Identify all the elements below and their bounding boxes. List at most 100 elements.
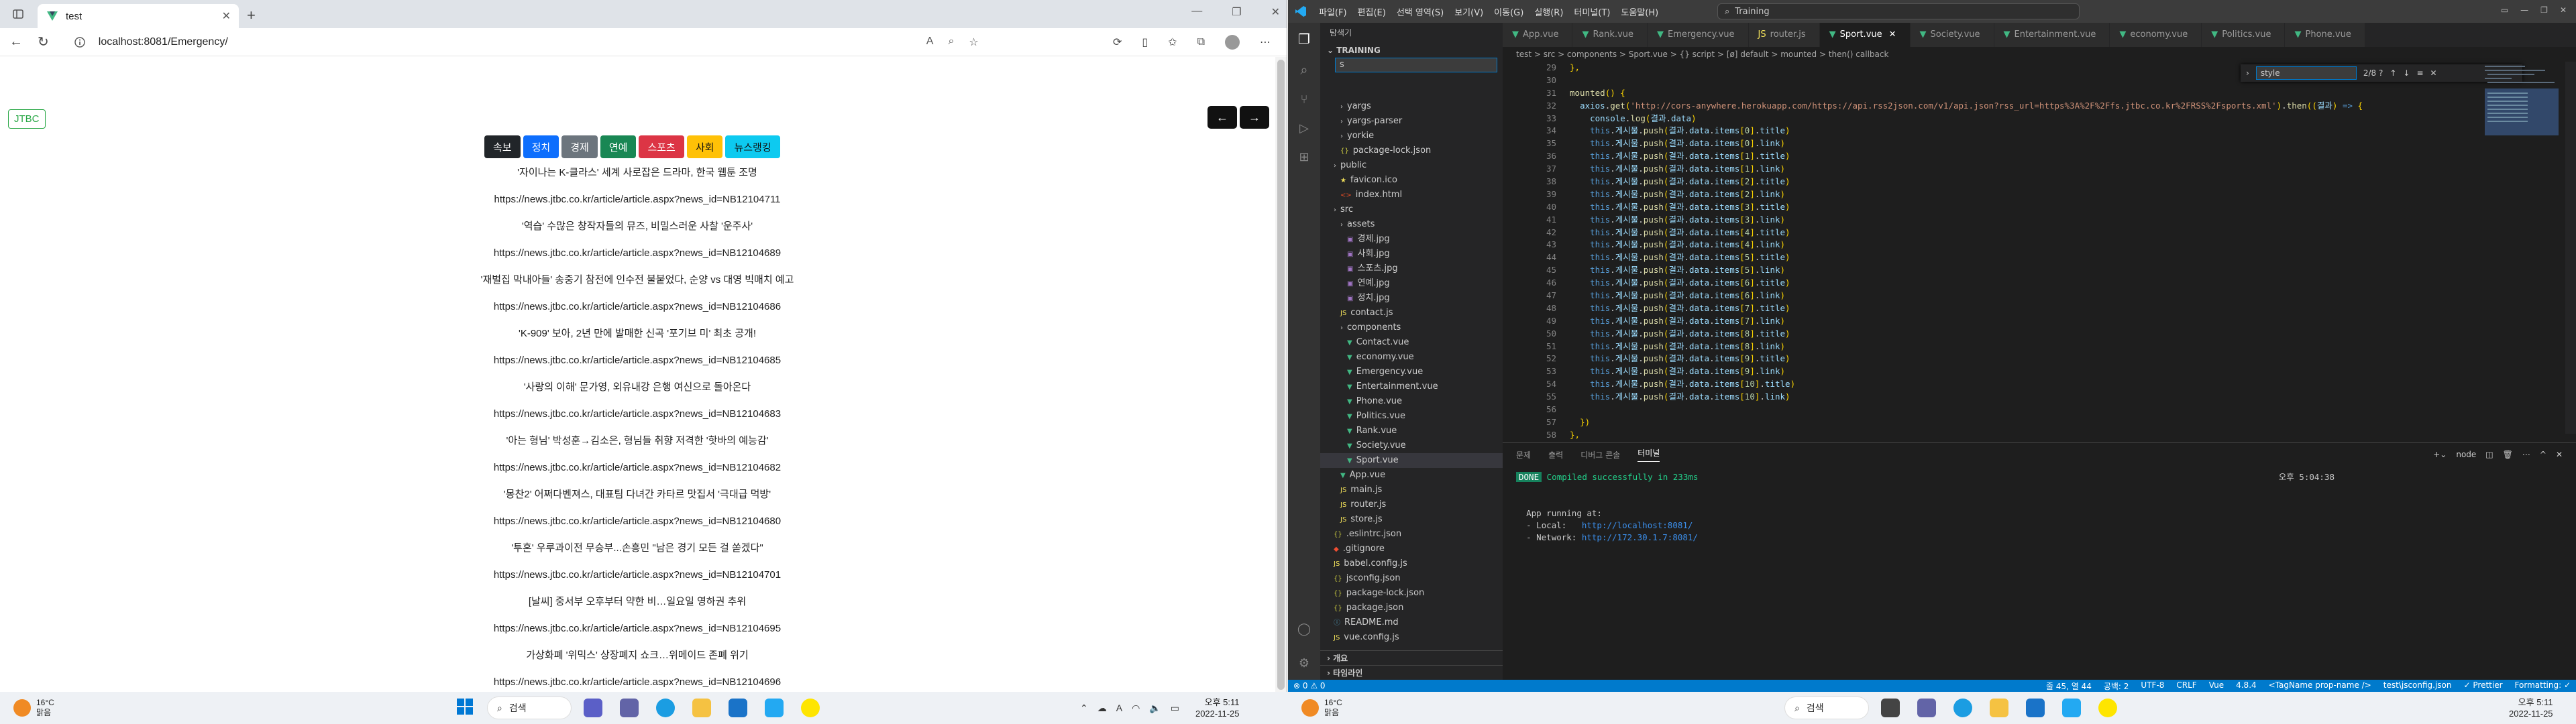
article-link[interactable]: https://news.jtbc.co.kr/article/article.…: [0, 186, 1275, 213]
breadcrumb[interactable]: test > src > components > Sport.vue > {}…: [1503, 47, 2576, 62]
split-terminal-icon[interactable]: ◫: [2485, 450, 2493, 459]
article-link[interactable]: https://news.jtbc.co.kr/article/article.…: [0, 347, 1275, 374]
code-line[interactable]: this.게시물.push(결과.data.items[10].link): [1570, 391, 2363, 404]
tree-file[interactable]: {} jsconfig.json: [1320, 571, 1503, 586]
browser-tab-active[interactable]: test ✕: [38, 4, 239, 28]
search-icon[interactable]: ⌕: [1300, 62, 1307, 78]
chat-icon[interactable]: [1917, 699, 1936, 717]
tree-file[interactable]: {} package.json: [1320, 601, 1503, 615]
code-line[interactable]: this.게시물.push(결과.data.items[7].link): [1570, 315, 2363, 328]
tree-file[interactable]: ◆ .gitignore: [1320, 542, 1503, 556]
reload-icon[interactable]: ↻: [38, 34, 49, 50]
code-line[interactable]: },: [1570, 429, 2363, 442]
code-line[interactable]: this.게시물.push(결과.data.items[0].title): [1570, 125, 2363, 137]
code-line[interactable]: this.게시물.push(결과.data.items[5].link): [1570, 264, 2363, 277]
close-tab-icon[interactable]: ✕: [1889, 29, 1896, 40]
edge-icon[interactable]: [1953, 699, 1972, 717]
status-item[interactable]: Formatting: ✓: [2515, 680, 2571, 692]
volume-icon[interactable]: 🔈: [1149, 703, 1161, 714]
tree-file[interactable]: ★ favicon.ico: [1320, 173, 1503, 188]
clock-left[interactable]: 오후 5:11 2022-11-25: [1195, 697, 1240, 719]
store-icon[interactable]: [729, 699, 747, 717]
article-link[interactable]: https://news.jtbc.co.kr/article/article.…: [0, 669, 1275, 692]
run-debug-icon[interactable]: ▷: [1299, 121, 1309, 135]
article-link[interactable]: https://news.jtbc.co.kr/article/article.…: [0, 508, 1275, 535]
command-center[interactable]: ⌕ Training: [1717, 3, 2080, 19]
favorites-icon[interactable]: ✩: [1168, 36, 1177, 49]
account-icon[interactable]: ◯: [1297, 622, 1311, 636]
read-aloud-icon[interactable]: A: [926, 36, 934, 49]
profile-avatar-icon[interactable]: [1225, 34, 1240, 50]
tree-folder[interactable]: › assets: [1320, 217, 1503, 232]
code-line[interactable]: console.log(결과.data): [1570, 113, 2363, 125]
menu-item[interactable]: 터미널(T): [1574, 5, 1610, 18]
code-line[interactable]: [1570, 404, 2363, 416]
minimap[interactable]: [2482, 62, 2563, 330]
tab-debug-console[interactable]: 디버그 콘솔: [1580, 449, 1620, 461]
code-line[interactable]: this.게시물.push(결과.data.items[3].link): [1570, 214, 2363, 227]
close-panel-icon[interactable]: ✕: [2556, 450, 2563, 459]
prev-button[interactable]: ←: [1208, 106, 1237, 129]
code-line[interactable]: this.게시물.push(결과.data.items[6].title): [1570, 277, 2363, 290]
favorite-star-icon[interactable]: ☆: [969, 36, 978, 49]
menu-item[interactable]: 파일(F): [1319, 5, 1347, 18]
status-item[interactable]: 4.8.4: [2236, 680, 2257, 692]
source-control-icon[interactable]: ⑂: [1301, 93, 1308, 107]
code-line[interactable]: this.게시물.push(결과.data.items[9].title): [1570, 353, 2363, 365]
status-item[interactable]: 줄 45, 열 44: [2046, 680, 2092, 692]
editor-tab[interactable]: ▼ Emergency.vue: [1648, 23, 1749, 47]
tree-folder[interactable]: › src: [1320, 202, 1503, 217]
article-link[interactable]: https://news.jtbc.co.kr/article/article.…: [0, 240, 1275, 267]
code-line[interactable]: this.게시물.push(결과.data.items[7].title): [1570, 302, 2363, 315]
article-link[interactable]: https://news.jtbc.co.kr/article/article.…: [0, 562, 1275, 589]
code-line[interactable]: this.게시물.push(결과.data.items[1].title): [1570, 150, 2363, 163]
tab-actions-icon[interactable]: [12, 8, 24, 20]
tree-folder[interactable]: › yargs: [1320, 99, 1503, 114]
status-item[interactable]: UTF-8: [2141, 680, 2164, 692]
tree-file[interactable]: ▼ Rank.vue: [1320, 424, 1503, 438]
weather-widget-left[interactable]: 16°C 맑음: [13, 692, 54, 724]
close-window-icon[interactable]: ✕: [1271, 5, 1280, 19]
file-explorer-icon[interactable]: [1990, 699, 2008, 717]
close-window-icon[interactable]: ✕: [2560, 5, 2567, 15]
trash-icon[interactable]: 🗑: [2503, 450, 2513, 459]
collections-icon[interactable]: ⧉: [1197, 36, 1205, 48]
browser-scrollbar[interactable]: [1275, 57, 1287, 692]
status-item[interactable]: Vue: [2209, 680, 2224, 692]
more-icon[interactable]: ⋯: [2522, 450, 2530, 459]
code-line[interactable]: this.게시물.push(결과.data.items[1].link): [1570, 163, 2363, 176]
vscode-app-icon[interactable]: [765, 699, 784, 717]
editor-tab[interactable]: ▼ Entertainment.vue: [1994, 23, 2110, 47]
taskbar-search[interactable]: ⌕ 검색: [487, 697, 572, 719]
category-politics-button[interactable]: 정치: [523, 135, 559, 158]
arrow-down-icon[interactable]: ↓: [2403, 68, 2410, 78]
category-ranking-button[interactable]: 뉴스랭킹: [725, 135, 780, 158]
code-line[interactable]: axios.get('http://cors-anywhere.herokuap…: [1570, 100, 2363, 113]
tree-file[interactable]: ▼ Emergency.vue: [1320, 365, 1503, 379]
start-icon[interactable]: [456, 698, 474, 719]
tree-file[interactable]: ▼ Politics.vue: [1320, 409, 1503, 424]
code-line[interactable]: this.게시물.push(결과.data.items[2].link): [1570, 188, 2363, 201]
minimize-icon[interactable]: —: [1191, 5, 1202, 19]
tree-file[interactable]: ▼ Society.vue: [1320, 438, 1503, 453]
code-line[interactable]: this.게시물.push(결과.data.items[0].link): [1570, 137, 2363, 150]
status-item[interactable]: CRLF: [2176, 680, 2196, 692]
menu-item[interactable]: 보기(V): [1454, 5, 1483, 18]
category-sports-button[interactable]: 스포츠: [639, 135, 684, 158]
code-line[interactable]: }): [1570, 416, 2363, 429]
status-item[interactable]: test\jsconfig.json: [2383, 680, 2452, 692]
cloud-icon[interactable]: ☁: [1097, 703, 1107, 714]
network-url-link[interactable]: http://172.30.1.7:8081/: [1582, 532, 1698, 542]
next-button[interactable]: →: [1240, 106, 1269, 129]
tree-file[interactable]: JS router.js: [1320, 497, 1503, 512]
url-text[interactable]: localhost:8081/Emergency/: [99, 36, 228, 48]
code-line[interactable]: this.게시물.push(결과.data.items[5].title): [1570, 251, 2363, 264]
tab-output[interactable]: 출력: [1548, 449, 1563, 461]
info-icon[interactable]: [74, 36, 85, 48]
category-economy-button[interactable]: 경제: [561, 135, 598, 158]
menu-item[interactable]: 선택 영역(S): [1397, 5, 1444, 18]
tab-problems[interactable]: 문제: [1516, 449, 1531, 461]
code-line[interactable]: this.게시물.push(결과.data.items[6].link): [1570, 290, 2363, 302]
tree-file[interactable]: {} package-lock.json: [1320, 586, 1503, 601]
tree-file[interactable]: {} .eslintrc.json: [1320, 527, 1503, 542]
